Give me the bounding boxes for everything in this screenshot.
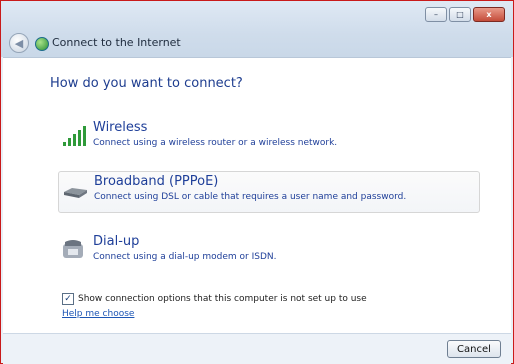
caption-buttons: – □ x <box>425 7 505 22</box>
title-bar: – □ x ◀ Connect to the Internet <box>1 1 513 57</box>
phone-icon <box>63 240 83 258</box>
option-broadband[interactable]: Broadband (PPPoE) Connect using DSL or c… <box>58 171 480 213</box>
back-arrow-icon: ◀ <box>14 36 24 50</box>
option-dialup-title: Dial-up <box>93 234 140 249</box>
connect-window: – □ x ◀ Connect to the Internet How do y… <box>0 0 514 364</box>
maximize-button[interactable]: □ <box>449 7 471 22</box>
show-options-label: Show connection options that this comput… <box>78 294 367 304</box>
main-content: How do you want to connect? Wireless Con… <box>3 57 511 333</box>
help-me-choose-link[interactable]: Help me choose <box>62 309 134 319</box>
option-wireless-title: Wireless <box>93 120 148 135</box>
cancel-button[interactable]: Cancel <box>447 340 501 358</box>
window-title: Connect to the Internet <box>52 36 181 49</box>
option-broadband-description: Connect using DSL or cable that requires… <box>94 192 407 202</box>
option-broadband-title: Broadband (PPPoE) <box>94 174 219 189</box>
minimize-button[interactable]: – <box>425 7 447 22</box>
option-wireless-description: Connect using a wireless router or a wir… <box>93 138 338 148</box>
show-options-checkbox[interactable]: ✓ <box>62 293 74 305</box>
option-wireless[interactable]: Wireless Connect using a wireless router… <box>58 118 478 158</box>
signal-bars-icon <box>63 126 86 146</box>
back-button[interactable]: ◀ <box>9 33 29 53</box>
network-globe-icon <box>35 37 49 51</box>
show-options-row[interactable]: ✓ Show connection options that this comp… <box>62 293 367 305</box>
footer-bar: Cancel <box>3 333 511 364</box>
page-heading: How do you want to connect? <box>50 76 243 91</box>
option-dialup-description: Connect using a dial-up modem or ISDN. <box>93 252 277 262</box>
close-button[interactable]: x <box>473 7 505 22</box>
option-dialup[interactable]: Dial-up Connect using a dial-up modem or… <box>58 232 478 272</box>
modem-icon <box>64 188 87 198</box>
